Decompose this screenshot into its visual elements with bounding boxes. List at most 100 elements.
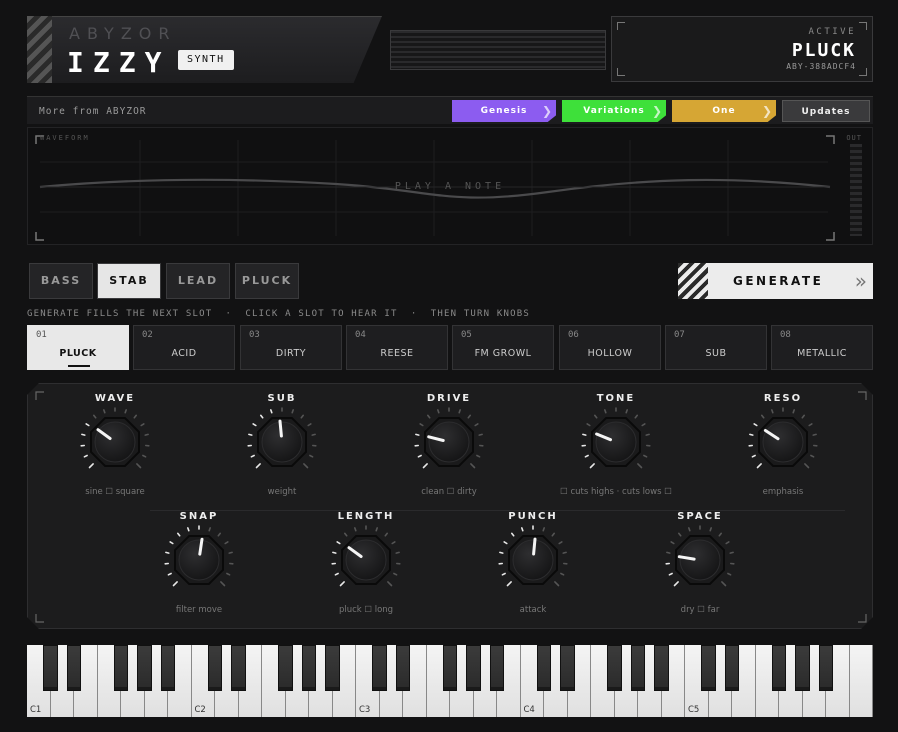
piano-key-d-sharp5[interactable] [724,645,740,691]
slot-name: ACID [171,348,197,359]
variations-link-label: Variations [583,106,645,116]
octave-label: C4 [523,705,535,715]
piano-key-f-sharp5[interactable] [771,645,787,691]
knob-title: SUB [267,393,297,404]
knob-caption: sine ☐ square [85,487,145,497]
piano-key-a-sharp1[interactable] [160,645,176,691]
piano-key-d-sharp3[interactable] [395,645,411,691]
tab-pluck[interactable]: PLUCK [235,263,299,299]
more-from-label: More from ABYZOR [39,106,147,117]
more-from-bar: More from ABYZOR Genesis ❯ Variations ❯ On… [27,96,873,124]
brand-title: IZZY [67,46,171,79]
knob-wave[interactable]: WAVE sine ☐ square [60,393,170,503]
double-chevron-right-icon: » [854,269,867,293]
knob-dial[interactable] [414,407,484,477]
one-link-label: One [712,106,736,116]
knob-space[interactable]: SPACE dry ☐ far [645,511,755,621]
knob-dial[interactable] [748,407,818,477]
knob-snap[interactable]: SNAP filter move [144,511,254,621]
updates-link-label: Updates [801,107,851,117]
tab-stab[interactable]: STAB [97,263,161,299]
play-a-note-placeholder: PLAY A NOTE [394,181,506,192]
genesis-link-button[interactable]: Genesis ❯ [452,100,556,122]
piano-key-g-sharp4[interactable] [630,645,646,691]
piano-key-a-sharp5[interactable] [818,645,834,691]
knob-tone[interactable]: TONE ☐ cuts highs · cuts lows ☐ [560,393,672,503]
piano-key-c-sharp5[interactable] [701,645,716,691]
variations-link-button[interactable]: Variations ❯ [562,100,666,122]
knob-dial[interactable] [665,525,735,595]
slot-name: FM GROWL [474,348,532,359]
generate-label: GENERATE [733,274,824,288]
slot-name: REESE [380,348,414,359]
generate-stripes [678,263,708,299]
piano-key-c-sharp2[interactable] [207,645,223,691]
brand-stripes [27,16,52,83]
updates-link-button[interactable]: Updates [782,100,870,122]
slot-number: 01 [36,330,47,340]
piano-key-g-sharp5[interactable] [795,645,810,691]
knob-dial[interactable] [80,407,150,477]
knob-dial[interactable] [581,407,651,477]
corner-mark [617,68,625,76]
piano-key-a-sharp3[interactable] [489,645,505,691]
knob-dial[interactable] [247,407,317,477]
piano-key-g-sharp3[interactable] [466,645,481,691]
tab-bass[interactable]: BASS [29,263,93,299]
slot-8[interactable]: 08 METALLIC [771,325,873,370]
knob-sub[interactable]: SUB weight [227,393,337,503]
piano-key-c-sharp4[interactable] [536,645,552,691]
slot-number: 07 [674,330,685,340]
piano-key-d-sharp4[interactable] [560,645,575,691]
piano-key-c-sharp3[interactable] [372,645,387,691]
chevron-right-icon: ❯ [651,104,663,118]
piano-key-f-sharp1[interactable] [113,645,129,691]
chevron-right-icon: ❯ [541,104,553,118]
slot-1[interactable]: 01 PLUCK [27,325,129,370]
knob-title: DRIVE [426,393,472,404]
piano-key-g-sharp2[interactable] [301,645,317,691]
instructions-hint: GENERATE FILLS THE NEXT SLOT · CLICK A S… [27,309,531,319]
waveform-display: WAVEFORM OUT PLAY A NOTE [27,127,873,245]
knob-caption: clean ☐ dirty [421,487,477,497]
slot-number: 08 [780,330,791,340]
generate-button[interactable]: GENERATE » [678,263,873,299]
knob-dial[interactable] [331,525,401,595]
output-label: OUT [846,134,862,142]
piano-key-f-sharp2[interactable] [278,645,293,691]
piano-key-d-sharp1[interactable] [66,645,82,691]
brand-panel: ABYZOR IZZY SYNTH [27,16,382,83]
slot-4[interactable]: 04 REESE [346,325,448,370]
slot-active-indicator [68,365,90,367]
knob-dial[interactable] [498,525,568,595]
piano-key-c-sharp1[interactable] [43,645,58,691]
slot-3[interactable]: 03 DIRTY [240,325,342,370]
piano-key-d-sharp2[interactable] [231,645,246,691]
slot-2[interactable]: 02 ACID [133,325,235,370]
piano-key-c6[interactable] [849,645,873,717]
slot-5[interactable]: 05 FM GROWL [452,325,554,370]
piano-key-f-sharp4[interactable] [607,645,622,691]
knob-length[interactable]: LENGTH pluck ☐ long [311,511,421,621]
piano-key-g-sharp1[interactable] [137,645,152,691]
slot-7[interactable]: 07 SUB [665,325,767,370]
tab-lead[interactable]: LEAD [166,263,230,299]
slot-number: 03 [249,330,260,340]
slot-name: METALLIC [797,348,847,359]
knob-caption: emphasis [762,487,804,497]
slot-6[interactable]: 06 HOLLOW [559,325,661,370]
slot-name: DIRTY [275,348,307,359]
piano-key-a-sharp2[interactable] [325,645,340,691]
octave-label: C3 [359,705,371,715]
knob-punch[interactable]: PUNCH attack [478,511,588,621]
one-link-button[interactable]: One ❯ [672,100,776,122]
piano-key-a-sharp4[interactable] [654,645,669,691]
slot-name: HOLLOW [587,348,633,359]
piano-key-f-sharp3[interactable] [442,645,458,691]
active-preset-id: ABY-388ADCF4 [786,62,856,71]
knob-reso[interactable]: RESO emphasis [728,393,838,503]
piano-keyboard: C1 C2 C3 C4 C5 [27,645,873,717]
waveform-label: WAVEFORM [40,134,90,142]
knob-drive[interactable]: DRIVE clean ☐ dirty [394,393,504,503]
knob-dial[interactable] [164,525,234,595]
